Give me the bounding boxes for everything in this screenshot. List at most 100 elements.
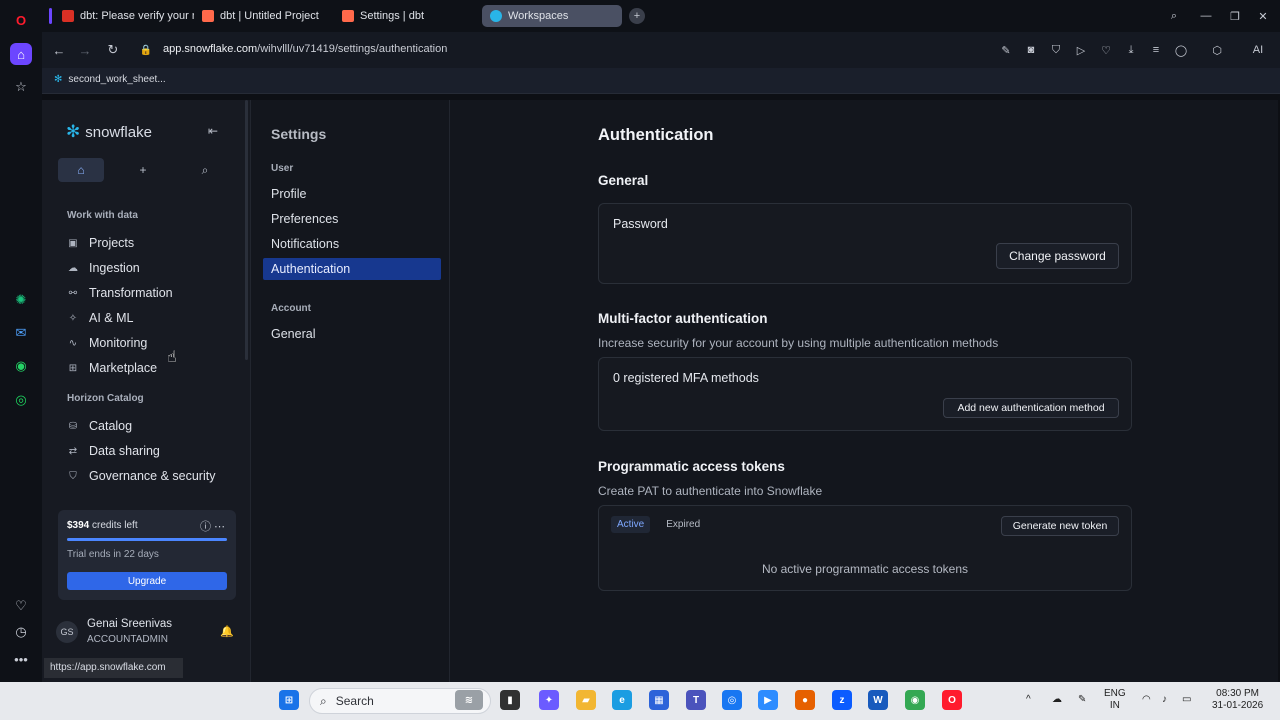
forward-icon[interactable]: →: [76, 41, 94, 59]
back-icon[interactable]: ←: [50, 41, 68, 59]
snowflake-logo[interactable]: ✻ snowflake: [66, 122, 152, 142]
search-tabs-icon[interactable]: ⌕: [1166, 8, 1182, 24]
sidebar-item-monitoring[interactable]: ∿ Monitoring: [67, 336, 148, 350]
tray-pen-icon[interactable]: ✎: [1078, 694, 1086, 706]
opera-logo-icon[interactable]: O: [10, 9, 32, 31]
tray-weather-icon[interactable]: ☁: [1052, 694, 1062, 706]
copilot-icon[interactable]: ✦: [539, 690, 559, 710]
tab-group-indicator: [49, 8, 52, 24]
sidebar-item-data-sharing[interactable]: ⇄ Data sharing: [67, 444, 160, 458]
tab-workspaces[interactable]: Workspaces: [482, 5, 622, 27]
sidebar-item-projects[interactable]: ▣ Projects: [67, 236, 134, 250]
user-menu[interactable]: GS Genai Sreenivas ACCOUNTADMIN 🔔: [56, 615, 240, 649]
teams-icon[interactable]: T: [686, 690, 706, 710]
download-icon[interactable]: ⤓: [1123, 42, 1139, 58]
sidebar-item-label: Ingestion: [89, 261, 140, 275]
bookmark-item[interactable]: ✻ second_work_sheet...: [54, 74, 166, 85]
tab-dbt-settings[interactable]: Settings | dbt: [334, 5, 474, 27]
upgrade-button[interactable]: Upgrade: [67, 572, 227, 590]
trial-text: Trial ends in 22 days: [67, 549, 159, 560]
firefox-icon[interactable]: ●: [795, 690, 815, 710]
tab-active[interactable]: Active: [611, 516, 651, 533]
restore-icon[interactable]: ❐: [1227, 8, 1243, 24]
credits-amount: $394: [67, 520, 90, 531]
home-button[interactable]: ⌂: [58, 158, 104, 182]
app-icon[interactable]: ◎: [722, 690, 742, 710]
empty-state: No active programmatic access tokens: [761, 562, 969, 576]
info-icon[interactable]: ⓘ: [200, 521, 211, 533]
settings-item-general[interactable]: General: [263, 323, 441, 345]
clock-date: 31-01-2026: [1212, 700, 1264, 711]
settings-item-preferences[interactable]: Preferences: [263, 208, 441, 230]
sidebar-item-label: Governance & security: [89, 469, 216, 483]
wifi-icon[interactable]: ◠: [1142, 694, 1151, 706]
more-options-icon[interactable]: ⋯: [214, 521, 225, 533]
star-icon[interactable]: ☆: [10, 76, 32, 98]
sidebar-item-label: Monitoring: [89, 336, 148, 350]
messenger-icon[interactable]: ✉: [10, 322, 32, 344]
extensions-icon[interactable]: ⬡: [1209, 42, 1225, 58]
add-authentication-method-button[interactable]: Add new authentication method: [943, 398, 1119, 418]
chrome-icon[interactable]: ◉: [905, 690, 925, 710]
opera-icon[interactable]: O: [942, 690, 962, 710]
spotify-icon[interactable]: ◎: [10, 389, 32, 411]
aria-ai-button[interactable]: AI: [1245, 42, 1271, 58]
minimize-icon[interactable]: —: [1198, 8, 1214, 24]
file-explorer-icon[interactable]: ▰: [576, 690, 596, 710]
edit-icon[interactable]: ✎: [998, 42, 1014, 58]
zoom-icon[interactable]: ▶: [758, 690, 778, 710]
sidebar-item-ingestion[interactable]: ☁ Ingestion: [67, 261, 140, 275]
history-icon[interactable]: ◷: [10, 621, 32, 643]
tab-dbt-project[interactable]: dbt | Untitled Project: [194, 5, 334, 27]
battery-icon[interactable]: ▭: [1182, 694, 1191, 706]
settings-item-authentication[interactable]: Authentication: [263, 258, 441, 280]
edge-icon[interactable]: e: [612, 690, 632, 710]
settings-section-account: Account: [271, 303, 311, 314]
play-icon[interactable]: ▷: [1073, 42, 1089, 58]
settings-item-notifications[interactable]: Notifications: [263, 233, 441, 255]
tray-chevron-icon[interactable]: ^: [1026, 694, 1031, 706]
sidebar-item-marketplace[interactable]: ⊞ Marketplace: [67, 361, 157, 375]
shield-icon[interactable]: ⛉: [1048, 42, 1064, 58]
tab-gmail[interactable]: dbt: Please verify your nev: [54, 5, 194, 27]
settings-item-profile[interactable]: Profile: [263, 183, 441, 205]
tab-label: dbt | Untitled Project: [220, 10, 319, 22]
sidebar-scrollbar[interactable]: [245, 100, 248, 360]
search-button[interactable]: ⌕: [182, 158, 228, 182]
whatsapp-icon[interactable]: ◉: [10, 355, 32, 377]
bell-icon[interactable]: 🔔: [220, 625, 234, 638]
home-icon[interactable]: ⌂: [10, 43, 32, 65]
camera-icon[interactable]: ◙: [1023, 42, 1039, 58]
task-view-icon[interactable]: ▮: [500, 690, 520, 710]
tab-label: Workspaces: [508, 10, 569, 22]
dbt-icon: [202, 10, 214, 22]
collapse-sidebar-icon[interactable]: ⇤: [208, 124, 218, 138]
cursor-icon: ☝: [167, 349, 177, 366]
more-icon[interactable]: •••: [10, 648, 32, 670]
change-password-button[interactable]: Change password: [996, 243, 1119, 269]
clock[interactable]: 08:30 PM 31-01-2026: [1212, 688, 1263, 712]
zoom-meetings-icon[interactable]: z: [832, 690, 852, 710]
store-icon[interactable]: ▦: [649, 690, 669, 710]
sidebar-item-transformation[interactable]: ⚯ Transformation: [67, 286, 173, 300]
menu-icon[interactable]: ≡: [1148, 42, 1164, 58]
sidebar-item-governance[interactable]: ⛉ Governance & security: [67, 469, 215, 483]
sidebar-item-catalog[interactable]: ⛁ Catalog: [67, 419, 132, 433]
profile-icon[interactable]: ◯: [1173, 42, 1189, 58]
heart-icon[interactable]: ♡: [1098, 42, 1114, 58]
close-window-icon[interactable]: ✕: [1255, 8, 1271, 24]
create-button[interactable]: +: [120, 158, 166, 182]
url-field[interactable]: app.snowflake.com/wihvlll/uv71419/settin…: [163, 43, 447, 55]
generate-token-button[interactable]: Generate new token: [1001, 516, 1119, 536]
sidebar-item-ai-ml[interactable]: ✧ AI & ML: [67, 311, 134, 325]
reload-icon[interactable]: ↻: [104, 41, 122, 59]
new-tab-button[interactable]: +: [629, 8, 645, 24]
mfa-heading: Multi-factor authentication: [598, 311, 768, 326]
tab-expired[interactable]: Expired: [660, 516, 706, 533]
heart-icon[interactable]: ♡: [10, 595, 32, 617]
language-indicator[interactable]: ENG IN: [1104, 688, 1126, 712]
chatgpt-icon[interactable]: ✺: [10, 289, 32, 311]
windows-start-icon[interactable]: ⊞: [279, 690, 299, 710]
word-icon[interactable]: W: [868, 690, 888, 710]
volume-icon[interactable]: ♪: [1162, 694, 1167, 706]
